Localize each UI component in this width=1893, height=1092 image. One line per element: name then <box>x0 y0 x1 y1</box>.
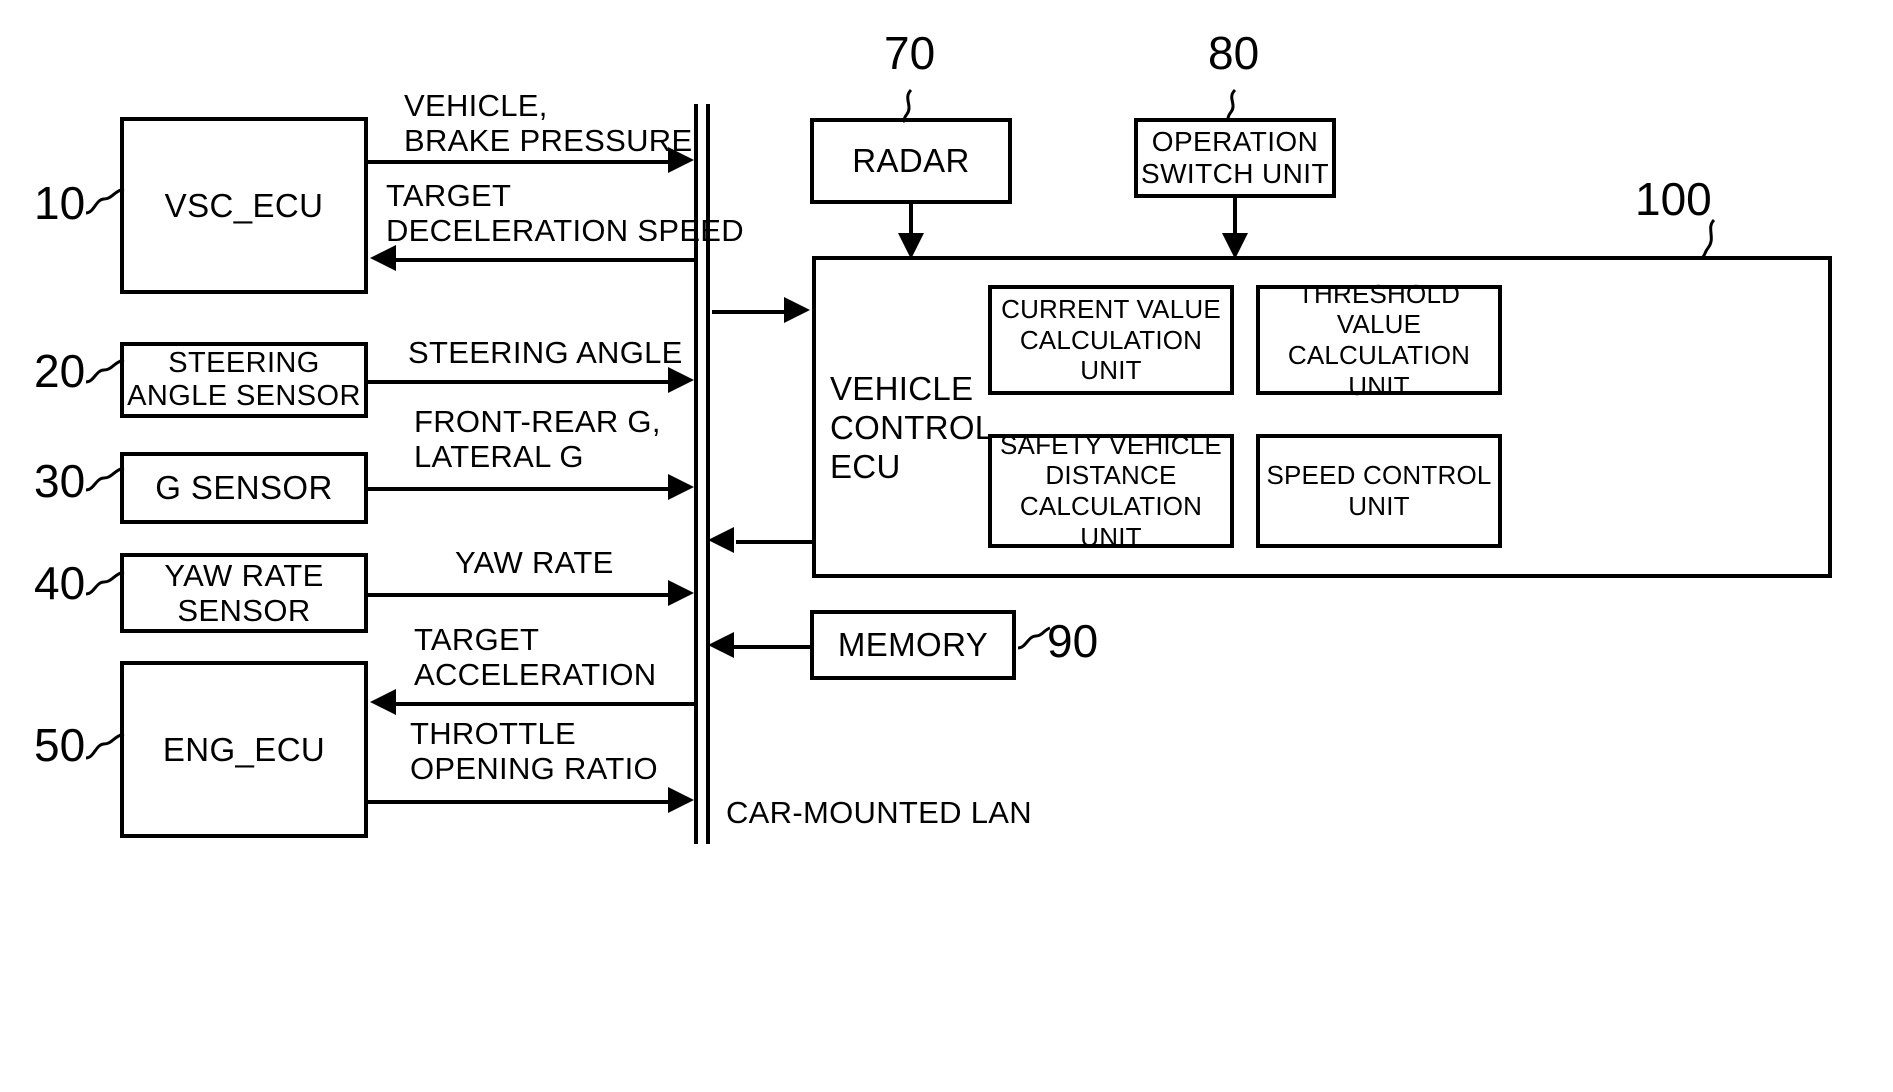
arrowhead-steering-angle <box>668 367 694 393</box>
ref-30: 30 <box>34 455 86 507</box>
block-g-sensor-label: G SENSOR <box>155 469 333 507</box>
leader-line-90 <box>1017 626 1051 650</box>
block-memory-label: MEMORY <box>837 626 989 664</box>
signal-label-steering-angle: STEERING ANGLE <box>408 335 683 370</box>
signal-label-vehicle-brake-pressure: VEHICLE, BRAKE PRESSURE <box>404 88 693 159</box>
signal-label-throttle-opening-ratio: THROTTLE OPENING RATIO <box>410 716 658 787</box>
leader-line-10 <box>85 187 125 215</box>
arrowhead-bus-to-ecu-input <box>784 297 810 323</box>
signal-line-target-deceleration-speed <box>396 258 694 262</box>
ref-40: 40 <box>34 557 86 609</box>
block-vehicle-control-ecu-label: VEHICLE CONTROL ECU <box>830 370 994 485</box>
arrowhead-memory-to-bus <box>708 632 734 658</box>
block-operation-switch-unit[interactable]: OPERATION SWITCH UNIT <box>1134 118 1336 198</box>
ref-100: 100 <box>1635 173 1712 225</box>
signal-line-target-acceleration <box>396 702 694 706</box>
signal-label-front-rear-lateral-g: FRONT-REAR G, LATERAL G <box>414 404 661 475</box>
block-radar-label: RADAR <box>852 142 970 180</box>
unit-safety-vehicle-distance-calculation-label: SAFETY VEHICLE DISTANCE CALCULATION UNIT <box>1000 429 1222 552</box>
ref-20: 20 <box>34 345 86 397</box>
block-yaw-rate-sensor-label: YAW RATE SENSOR <box>164 557 324 628</box>
signal-line-vehicle-brake-pressure <box>368 160 672 164</box>
signal-line-throttle-opening-ratio <box>368 800 672 804</box>
block-memory[interactable]: MEMORY <box>810 610 1016 680</box>
signal-line-yaw-rate <box>368 593 672 597</box>
block-vsc-ecu-label: VSC_ECU <box>164 186 324 224</box>
leader-line-80 <box>1225 88 1237 122</box>
unit-threshold-value-calculation[interactable]: THRESHOLD VALUE CALCULATION UNIT <box>1256 279 1502 401</box>
block-vsc-ecu[interactable]: VSC_ECU <box>120 117 368 294</box>
leader-line-40 <box>85 570 125 596</box>
ref-70: 70 <box>884 27 936 79</box>
leader-line-30 <box>85 466 125 492</box>
block-yaw-rate-sensor[interactable]: YAW RATE SENSOR <box>120 553 368 633</box>
arrowhead-ecu-to-bus <box>708 527 734 553</box>
leader-line-70 <box>901 88 913 124</box>
block-g-sensor[interactable]: G SENSOR <box>120 452 368 524</box>
unit-speed-control-label: SPEED CONTROL UNIT <box>1266 460 1492 521</box>
signal-line-memory-to-bus <box>734 645 812 649</box>
signal-line-bus-to-ecu-input <box>712 310 788 314</box>
block-operation-switch-unit-label: OPERATION SWITCH UNIT <box>1141 126 1329 189</box>
signal-line-steering-angle <box>368 380 672 384</box>
leader-line-50 <box>85 732 125 760</box>
signal-label-target-acceleration: TARGET ACCELERATION <box>414 622 657 693</box>
ref-80: 80 <box>1208 27 1260 79</box>
arrowhead-throttle-opening-ratio <box>668 787 694 813</box>
leader-line-100 <box>1700 218 1716 260</box>
figure-canvas: CAR-MOUNTED LAN VSC_ECU 10 STEERING ANGL… <box>0 0 1893 1092</box>
ref-50: 50 <box>34 719 86 771</box>
signal-line-front-rear-lateral-g <box>368 487 672 491</box>
arrowhead-target-acceleration <box>370 689 396 715</box>
block-eng-ecu[interactable]: ENG_ECU <box>120 661 368 838</box>
signal-label-target-deceleration-speed: TARGET DECELERATION SPEED <box>386 178 744 249</box>
lan-bus-label: CAR-MOUNTED LAN <box>726 795 1032 830</box>
arrowhead-target-deceleration-speed <box>370 245 396 271</box>
signal-line-ecu-to-bus <box>736 540 812 544</box>
ref-10: 10 <box>34 177 86 229</box>
block-radar[interactable]: RADAR <box>810 118 1012 204</box>
unit-current-value-calculation[interactable]: CURRENT VALUE CALCULATION UNIT <box>988 285 1234 395</box>
block-steering-angle-sensor-label: STEERING ANGLE SENSOR <box>127 347 361 412</box>
arrowhead-front-rear-lateral-g <box>668 474 694 500</box>
signal-label-yaw-rate: YAW RATE <box>455 545 614 580</box>
unit-safety-vehicle-distance-calculation[interactable]: SAFETY VEHICLE DISTANCE CALCULATION UNIT <box>988 430 1234 552</box>
unit-threshold-value-calculation-label: THRESHOLD VALUE CALCULATION UNIT <box>1287 278 1471 401</box>
block-steering-angle-sensor[interactable]: STEERING ANGLE SENSOR <box>120 342 368 418</box>
unit-current-value-calculation-label: CURRENT VALUE CALCULATION UNIT <box>1001 293 1221 386</box>
block-eng-ecu-label: ENG_ECU <box>162 730 326 768</box>
leader-line-20 <box>85 358 125 384</box>
arrowhead-yaw-rate <box>668 580 694 606</box>
unit-speed-control[interactable]: SPEED CONTROL UNIT <box>1256 434 1502 548</box>
ref-90: 90 <box>1047 615 1099 667</box>
